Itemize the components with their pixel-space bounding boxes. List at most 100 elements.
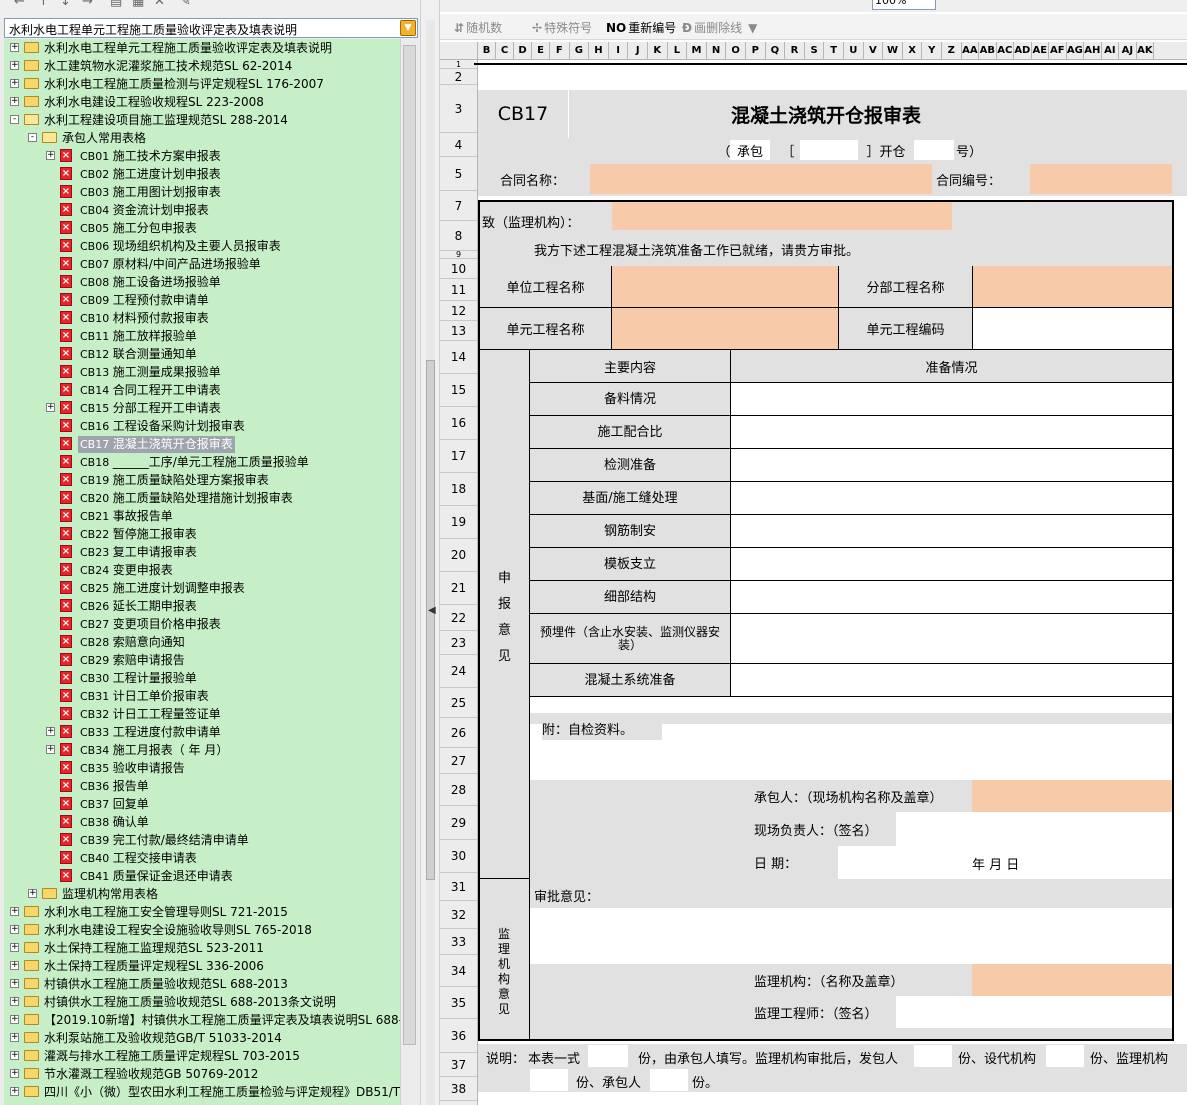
panel-splitter[interactable]: ◀	[420, 0, 440, 1105]
expand-icon[interactable]: +	[46, 151, 55, 160]
tree-item[interactable]: × CB18 ______工序/单元工程施工质量报验单	[4, 453, 400, 471]
expand-icon[interactable]: +	[10, 43, 19, 52]
column-header-cell[interactable]: R	[785, 42, 805, 59]
contract-no-field[interactable]	[1030, 164, 1172, 194]
column-header-cell[interactable]: Y	[922, 42, 942, 59]
tree-item[interactable]: + 水工建筑物水泥灌浆施工技术规范SL 62-2014	[4, 57, 400, 75]
column-header-cell[interactable]: D	[514, 42, 532, 59]
row-header-cell[interactable]: 23	[440, 631, 477, 655]
column-header-cell[interactable]: AI	[1102, 42, 1120, 59]
row-header-cell[interactable]: 13	[440, 321, 477, 341]
column-header-cell[interactable]: T	[824, 42, 844, 59]
tree-item[interactable]: × CB39 完工付款/最终结清申请单	[4, 831, 400, 849]
tree-item[interactable]: × CB05 施工分包申报表	[4, 219, 400, 237]
tree-item[interactable]: × CB35 验收申请报告	[4, 759, 400, 777]
expand-icon[interactable]: +	[46, 403, 55, 412]
tree-item[interactable]: + 监理机构常用表格	[4, 885, 400, 903]
row-header-cell[interactable]: 32	[440, 901, 477, 929]
tree-item[interactable]: + 水利水电建设工程验收规程SL 223-2008	[4, 93, 400, 111]
expand-icon[interactable]: +	[10, 1051, 19, 1060]
tree-item[interactable]: + × CB01 施工技术方案申报表	[4, 147, 400, 165]
tree-item[interactable]: × CB26 延长工期申报表	[4, 597, 400, 615]
contract-name-field[interactable]	[590, 164, 932, 194]
prep-item-field[interactable]	[730, 416, 1172, 449]
row-header-cell[interactable]: 14	[440, 341, 477, 374]
column-header-cell[interactable]: B	[478, 42, 496, 59]
splitter-thumb[interactable]	[426, 360, 435, 880]
approval-field[interactable]	[530, 908, 1172, 964]
tree-item[interactable]: + 四川《小（微）型农田水利工程施工质量检验与评定规程》DB51/T	[4, 1083, 400, 1101]
expand-icon[interactable]: +	[10, 79, 19, 88]
tree-item[interactable]: × CB16 工程设备采购计划报审表	[4, 417, 400, 435]
row-header-cell[interactable]: 1	[440, 60, 477, 69]
copies-design-field[interactable]	[1046, 1045, 1084, 1067]
tree-item[interactable]: + 灌溉与排水工程施工质量评定规程SL 703-2015	[4, 1047, 400, 1065]
expand-icon[interactable]: +	[10, 907, 19, 916]
tree-item[interactable]: × CB11 施工放样报验单	[4, 327, 400, 345]
tree-item[interactable]: + 水利泵站施工及验收规范GB/T 51033-2014	[4, 1029, 400, 1047]
column-header-cell[interactable]: I	[609, 42, 629, 59]
expand-icon[interactable]: +	[10, 997, 19, 1006]
copies-owner-field[interactable]	[914, 1045, 952, 1067]
row-header-cell[interactable]: 16	[440, 407, 477, 440]
column-header-cell[interactable]: U	[844, 42, 864, 59]
tree-item[interactable]: × CB38 确认单	[4, 813, 400, 831]
tree-item[interactable]: × CB41 质量保证金退还申请表	[4, 867, 400, 885]
column-header-cell[interactable]: N	[707, 42, 727, 59]
spreadsheet[interactable]: B C D E F G H I J K L M N O P Q R S T U V W X Y Z AA AB AC AD AE AF AG A…	[440, 42, 1187, 1105]
row-header-cell[interactable]: 31	[440, 873, 477, 901]
expand-icon[interactable]: +	[10, 97, 19, 106]
prep-item-field[interactable]	[730, 515, 1172, 548]
arrow-left-icon[interactable]: ←	[14, 0, 25, 9]
chevron-down-icon[interactable]: ▼	[748, 21, 757, 35]
row-header-cell[interactable]: 19	[440, 506, 477, 539]
row-header-cell[interactable]: 22	[440, 605, 477, 631]
copies-supervision-field[interactable]	[530, 1069, 568, 1091]
tree-item[interactable]: + 水土保持工程施工监理规范SL 523-2011	[4, 939, 400, 957]
tree-scrollbar[interactable]	[400, 39, 418, 1105]
tree-item[interactable]: × CB10 材料预付款报审表	[4, 309, 400, 327]
column-header-cell[interactable]: S	[805, 42, 825, 59]
column-header-cell[interactable]: AF	[1049, 42, 1067, 59]
chevron-down-icon[interactable]: ▼	[400, 20, 416, 36]
new-document-icon[interactable]: ▤	[110, 0, 122, 9]
tree-item[interactable]: + 水利水电工程施工质量检测与评定规程SL 176-2007	[4, 75, 400, 93]
column-header-cell[interactable]: C	[496, 42, 514, 59]
tree-item[interactable]: + 村镇供水工程施工质量验收规范SL 688-2013条文说明	[4, 993, 400, 1011]
tree-item[interactable]: + × CB33 工程进度付款申请单	[4, 723, 400, 741]
row-header-cell[interactable]: 15	[440, 374, 477, 407]
row-header-cell[interactable]: 7	[440, 191, 477, 221]
expand-icon[interactable]: +	[10, 61, 19, 70]
row-header-cell[interactable]: 18	[440, 473, 477, 506]
tree-item[interactable]: × CB02 施工进度计划申报表	[4, 165, 400, 183]
special-symbol-button[interactable]: ✢ 特殊符号	[532, 19, 592, 36]
row-header-cell[interactable]: 38	[440, 1077, 477, 1101]
row-header-cell[interactable]: 30	[440, 840, 477, 873]
row-header-cell[interactable]: 28	[440, 774, 477, 806]
tree-item[interactable]: × CB19 施工质量缺陷处理方案报审表	[4, 471, 400, 489]
row-header-cell[interactable]: 33	[440, 929, 477, 955]
tree-item[interactable]: × CB07 原材料/中间产品进场报验单	[4, 255, 400, 273]
row-header-cell[interactable]: 3	[440, 85, 477, 133]
arrow-up-icon[interactable]: ↑	[38, 0, 49, 9]
tree-item[interactable]: + 【2019.10新增】村镇供水工程施工质量评定表及填表说明SL 688-2	[4, 1011, 400, 1029]
column-header-cell[interactable]: AH	[1084, 42, 1102, 59]
row-header-cell[interactable]: 25	[440, 688, 477, 718]
tree-item[interactable]: × CB30 工程计量报验单	[4, 669, 400, 687]
contractor-code-field[interactable]: 承包	[730, 140, 770, 160]
column-header-cell[interactable]: O	[726, 42, 746, 59]
random-number-button[interactable]: ⇵ 随机数	[454, 19, 502, 36]
supervision-org-sign-field[interactable]	[972, 964, 1172, 996]
division-project-field[interactable]	[972, 266, 1172, 308]
tree-item[interactable]: × CB28 索赔意向通知	[4, 633, 400, 651]
collapse-left-icon[interactable]: ◀	[428, 605, 436, 616]
unit-project-field[interactable]	[612, 266, 838, 308]
collapse-icon[interactable]: -	[28, 133, 37, 142]
expand-icon[interactable]: +	[10, 943, 19, 952]
row-header-cell[interactable]: 12	[440, 301, 477, 321]
supervision-org-field[interactable]	[612, 202, 952, 230]
arrow-right-icon[interactable]: →	[82, 0, 93, 9]
tree-item[interactable]: × CB08 施工设备进场报验单	[4, 273, 400, 291]
tree-item[interactable]: - 承包人常用表格	[4, 129, 400, 147]
row-header-cell[interactable]: 35	[440, 987, 477, 1019]
